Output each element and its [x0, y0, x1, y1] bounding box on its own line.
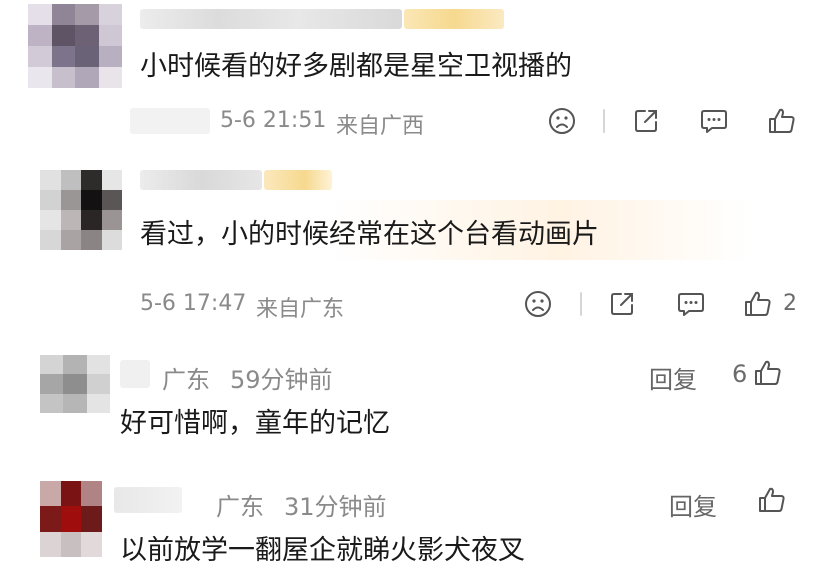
comment-icon[interactable]: [699, 107, 729, 135]
divider: [580, 292, 582, 316]
thumbs-up-icon[interactable]: [743, 289, 773, 319]
share-icon[interactable]: [632, 107, 660, 135]
vip-badge-blurred: [404, 9, 504, 29]
avatar[interactable]: [40, 170, 122, 250]
username-blurred[interactable]: [140, 9, 402, 29]
avatar[interactable]: [40, 481, 102, 557]
reply-location: 广东: [216, 493, 264, 521]
frown-face-icon[interactable]: [548, 107, 576, 135]
comment-text: 小时候看的好多剧都是星空卫视播的: [140, 51, 572, 82]
divider: [603, 109, 605, 133]
device-info-blurred: [130, 108, 210, 134]
comment-location: 来自广西: [336, 114, 425, 139]
comment-location: 来自广东: [256, 297, 345, 322]
reply-time: 59分钟前: [230, 366, 333, 394]
reply-text: 好可惜啊，童年的记忆: [120, 408, 390, 439]
avatar[interactable]: [40, 355, 110, 413]
comment-time: 5-6 21:51: [220, 108, 327, 133]
avatar[interactable]: [28, 4, 122, 88]
reply-time: 31分钟前: [284, 493, 387, 521]
thumbs-up-icon[interactable]: [757, 485, 787, 515]
username-blurred[interactable]: [114, 487, 182, 513]
share-icon[interactable]: [608, 290, 636, 318]
comment-icon[interactable]: [676, 290, 706, 318]
username-blurred[interactable]: [120, 360, 150, 388]
reply-text: 以前放学一翻屋企就睇火影犬夜叉: [120, 535, 525, 566]
comment-time: 5-6 17:47: [140, 291, 247, 316]
reply-location: 广东: [162, 366, 210, 394]
thumbs-up-icon[interactable]: [767, 106, 797, 136]
comment-text: 看过，小的时候经常在这个台看动画片: [140, 219, 599, 250]
reply-button[interactable]: 回复: [649, 360, 697, 395]
username-blurred[interactable]: [140, 170, 262, 190]
like-count: 6: [732, 360, 748, 388]
vip-badge-blurred: [264, 170, 332, 190]
frown-face-icon[interactable]: [524, 290, 552, 318]
like-count: 2: [783, 291, 797, 316]
thumbs-up-icon[interactable]: [753, 358, 783, 388]
reply-button[interactable]: 回复: [669, 487, 717, 522]
